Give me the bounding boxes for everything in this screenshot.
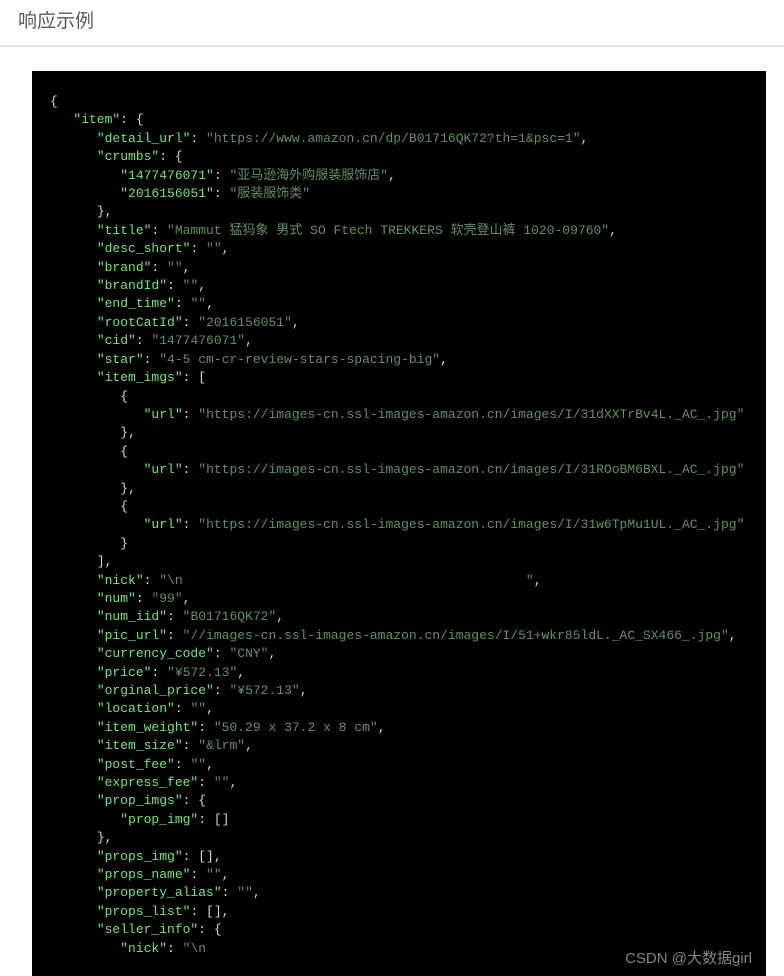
v-rootcatid: 2016156051: [206, 315, 284, 330]
v-weight: 50.29 x 37.2 x 8 cm: [222, 720, 370, 735]
v-img0: https://images-cn.ssl-images-amazon.cn/i…: [206, 407, 737, 422]
v-title: Mammut 猛犸象 男式 SO Ftech TREKKERS 软壳登山裤 10…: [175, 223, 601, 238]
v-orig-price: ¥572.13: [237, 683, 292, 698]
v-seller-nick: \n: [190, 941, 206, 956]
section-heading: 响应示例: [0, 0, 784, 47]
v-crumb-1: 亚马逊海外购服装服饰店: [237, 168, 380, 183]
code-block: { "item": { "detail_url": "https://www.a…: [32, 71, 766, 976]
v-img2: https://images-cn.ssl-images-amazon.cn/i…: [206, 517, 737, 532]
v-num-iid: B01716QK72: [190, 609, 268, 624]
heading-text: 响应示例: [18, 6, 766, 33]
v-img1: https://images-cn.ssl-images-amazon.cn/i…: [206, 462, 737, 477]
v-star: 4-5 cm-cr-review-stars-spacing-big: [167, 352, 432, 367]
v-nick: \n: [167, 573, 526, 588]
v-detail-url: https://www.amazon.cn/dp/B01716QK72?th=1…: [214, 131, 573, 146]
v-currency: CNY: [237, 646, 260, 661]
v-price: ¥572.13: [175, 665, 230, 680]
v-num: 99: [159, 591, 175, 606]
v-cid: 1477476071: [159, 333, 237, 348]
v-crumb-2: 服装服饰类: [237, 186, 302, 201]
v-pic-url: //images-cn.ssl-images-amazon.cn/images/…: [190, 628, 721, 643]
v-size: &lrm: [206, 738, 237, 753]
json-code: { "item": { "detail_url": "https://www.a…: [50, 93, 748, 958]
